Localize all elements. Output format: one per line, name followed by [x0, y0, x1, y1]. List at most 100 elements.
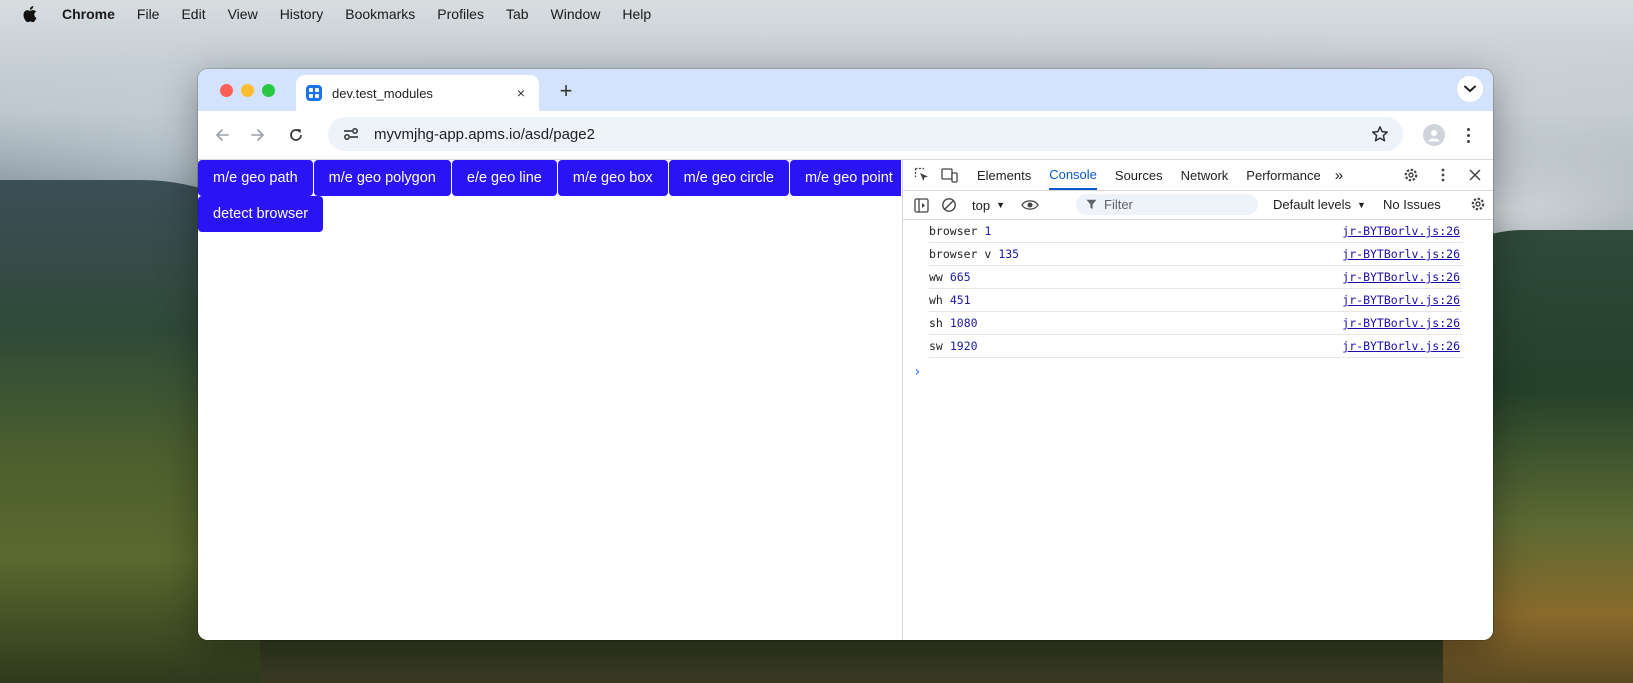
- geo-line-button[interactable]: e/e geo line: [451, 160, 557, 196]
- log-value: 1920: [949, 339, 978, 353]
- console-settings-icon[interactable]: [1470, 196, 1488, 214]
- url-text[interactable]: myvmjhg-app.apms.io/asd/page2: [374, 126, 595, 143]
- close-window-button[interactable]: [220, 84, 233, 97]
- log-message: sw: [929, 339, 943, 353]
- live-expression-eye-icon[interactable]: [1021, 196, 1039, 214]
- menu-bar: Chrome File Edit View History Bookmarks …: [0, 0, 1633, 28]
- issues-counter[interactable]: No Issues: [1383, 197, 1441, 212]
- tab-favicon-icon: [306, 85, 322, 101]
- log-value: 1: [984, 224, 992, 238]
- log-value: 665: [949, 270, 971, 284]
- log-message: browser: [929, 224, 978, 238]
- context-selector[interactable]: top ▼: [972, 198, 1005, 213]
- devtools-tab-sources[interactable]: Sources: [1115, 160, 1163, 190]
- forward-arrow-icon: [251, 129, 265, 141]
- detect-row: detect browser: [198, 196, 324, 232]
- geo-path-button[interactable]: m/e geo path: [198, 160, 313, 196]
- console-log-row: browser v 135 jr-BYTBorlv.js:26: [929, 243, 1463, 266]
- menu-history[interactable]: History: [280, 6, 324, 22]
- address-bar[interactable]: myvmjhg-app.apms.io/asd/page2: [328, 117, 1403, 151]
- console-filter-input[interactable]: Filter: [1076, 194, 1258, 215]
- log-source-link[interactable]: jr-BYTBorlv.js:26: [1342, 224, 1460, 238]
- tab-search-button[interactable]: [1457, 76, 1483, 102]
- devtools-actions: [1402, 166, 1484, 184]
- back-button[interactable]: [212, 125, 232, 145]
- console-output: browser 1 jr-BYTBorlv.js:26 browser v 13…: [903, 220, 1493, 380]
- devtools-tab-console[interactable]: Console: [1049, 160, 1097, 190]
- console-filter-bar: top ▼ Filter Default levels ▼ No Issues: [903, 191, 1493, 220]
- devtools-tab-network[interactable]: Network: [1181, 160, 1229, 190]
- reload-icon: [290, 129, 302, 141]
- tab-strip: dev.test_modules × +: [198, 69, 1493, 111]
- log-source-link[interactable]: jr-BYTBorlv.js:26: [1342, 247, 1460, 261]
- window-controls: [220, 84, 275, 97]
- detect-browser-button[interactable]: detect browser: [198, 196, 324, 232]
- geo-button-row: m/e geo path m/e geo polygon e/e geo lin…: [198, 160, 901, 196]
- apple-icon[interactable]: [22, 5, 38, 23]
- log-source-link[interactable]: jr-BYTBorlv.js:26: [1342, 339, 1460, 353]
- profile-avatar[interactable]: [1423, 124, 1445, 146]
- devtools-tab-elements[interactable]: Elements: [977, 160, 1031, 190]
- log-levels-label: Default levels: [1273, 197, 1352, 212]
- maximize-window-button[interactable]: [262, 84, 275, 97]
- console-prompt[interactable]: ›: [913, 364, 1493, 380]
- browser-menu-kebab-icon[interactable]: [1460, 123, 1476, 147]
- reload-button[interactable]: [286, 125, 306, 145]
- log-source-link[interactable]: jr-BYTBorlv.js:26: [1342, 270, 1460, 284]
- site-info-icon[interactable]: [340, 123, 362, 145]
- menu-bookmarks[interactable]: Bookmarks: [345, 6, 415, 22]
- clear-console-icon[interactable]: [940, 196, 958, 214]
- filter-placeholder: Filter: [1104, 197, 1133, 212]
- log-source-link[interactable]: jr-BYTBorlv.js:26: [1342, 293, 1460, 307]
- log-message: ww: [929, 270, 943, 284]
- geo-circle-button[interactable]: m/e geo circle: [668, 160, 789, 196]
- device-toolbar-icon[interactable]: [941, 166, 959, 184]
- log-message: sh: [929, 316, 943, 330]
- geo-point-button[interactable]: m/e geo point: [789, 160, 901, 196]
- devtools-tab-performance[interactable]: Performance: [1246, 160, 1320, 190]
- log-value: 451: [949, 293, 971, 307]
- log-source-link[interactable]: jr-BYTBorlv.js:26: [1342, 316, 1460, 330]
- devtools-tab-bar: Elements Console Sources Network Perform…: [903, 160, 1493, 191]
- log-value: 1080: [949, 316, 978, 330]
- devtools-more-options-icon[interactable]: [1434, 166, 1452, 184]
- menu-window[interactable]: Window: [551, 6, 601, 22]
- devtools-settings-icon[interactable]: [1402, 166, 1420, 184]
- log-value: 135: [998, 247, 1020, 261]
- menu-edit[interactable]: Edit: [181, 6, 205, 22]
- back-arrow-icon: [215, 129, 229, 141]
- devtools-close-icon[interactable]: [1466, 166, 1484, 184]
- menu-tab[interactable]: Tab: [506, 6, 529, 22]
- log-message: browser v: [929, 247, 992, 261]
- console-log-row: sw 1920 jr-BYTBorlv.js:26: [929, 335, 1463, 358]
- bookmark-star-icon[interactable]: [1371, 125, 1389, 143]
- chevron-down-icon: [1464, 85, 1476, 93]
- menu-help[interactable]: Help: [622, 6, 651, 22]
- new-tab-button[interactable]: +: [554, 78, 578, 104]
- menu-view[interactable]: View: [228, 6, 258, 22]
- tab-close-icon[interactable]: ×: [513, 85, 529, 101]
- tab-dev-test-modules[interactable]: dev.test_modules ×: [296, 75, 539, 111]
- filter-funnel-icon: [1086, 199, 1097, 209]
- geo-polygon-button[interactable]: m/e geo polygon: [313, 160, 451, 196]
- console-log-row: browser 1 jr-BYTBorlv.js:26: [929, 220, 1463, 243]
- menu-app-name[interactable]: Chrome: [62, 6, 115, 22]
- forward-button[interactable]: [248, 125, 268, 145]
- context-value: top: [972, 197, 991, 213]
- log-levels-dropdown-icon: ▼: [1357, 199, 1366, 210]
- log-message: wh: [929, 293, 943, 307]
- log-levels-dropdown[interactable]: Default levels ▼: [1273, 197, 1366, 212]
- tab-title: dev.test_modules: [332, 85, 433, 101]
- console-log-row: sh 1080 jr-BYTBorlv.js:26: [929, 312, 1463, 335]
- sidebar-toggle-icon[interactable]: [912, 196, 930, 214]
- person-icon: [1428, 130, 1440, 142]
- inspect-element-icon[interactable]: [913, 166, 931, 184]
- console-log-row: wh 451 jr-BYTBorlv.js:26: [929, 289, 1463, 312]
- menu-profiles[interactable]: Profiles: [437, 6, 484, 22]
- more-tabs-icon[interactable]: »: [1335, 160, 1343, 190]
- browser-toolbar: myvmjhg-app.apms.io/asd/page2: [198, 111, 1493, 160]
- context-dropdown-icon: ▼: [996, 200, 1005, 210]
- minimize-window-button[interactable]: [241, 84, 254, 97]
- geo-box-button[interactable]: m/e geo box: [557, 160, 668, 196]
- menu-file[interactable]: File: [137, 6, 160, 22]
